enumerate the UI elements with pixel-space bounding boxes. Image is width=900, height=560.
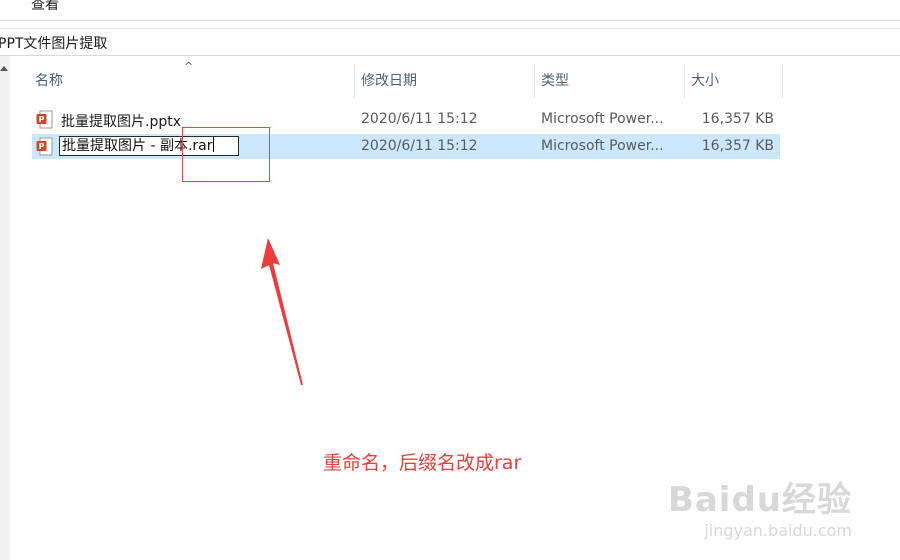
file-type: Microsoft Power... <box>541 138 664 154</box>
file-row[interactable]: P 批量提取图片.pptx 2020/6/11 15:12 Microsoft … <box>32 107 780 132</box>
file-date: 2020/6/11 15:12 <box>361 111 478 127</box>
annotation-arrow-icon <box>261 238 303 385</box>
column-divider[interactable] <box>534 64 535 98</box>
baidu-watermark: Baidu经验 jingyan.baidu.com <box>668 472 852 540</box>
file-size: 16,357 KB <box>701 138 774 154</box>
file-type: Microsoft Power... <box>541 111 664 127</box>
column-header-type[interactable]: 类型 <box>541 70 569 90</box>
annotation-text: 重命名，后缀名改成rar <box>323 452 522 474</box>
column-header-name[interactable]: 名称 <box>35 70 63 90</box>
file-size: 16,357 KB <box>701 111 774 127</box>
svg-text:P: P <box>39 115 45 124</box>
watermark-logo: Baidu经验 <box>667 480 852 520</box>
column-divider[interactable] <box>354 64 355 98</box>
scroll-up-icon[interactable] <box>0 66 8 71</box>
column-header-date[interactable]: 修改日期 <box>361 70 417 90</box>
column-divider[interactable] <box>684 64 685 98</box>
watermark-url: jingyan.baidu.com <box>704 521 852 540</box>
file-date: 2020/6/11 15:12 <box>361 138 478 154</box>
navigation-pane-scrollbar[interactable] <box>0 56 10 560</box>
svg-text:P: P <box>39 142 45 151</box>
column-divider[interactable] <box>782 64 783 98</box>
powerpoint-icon: P <box>36 137 53 156</box>
sort-ascending-icon: ^ <box>184 60 194 73</box>
ribbon-tab-view[interactable]: 查看 <box>31 0 59 14</box>
ribbon-divider <box>0 20 900 21</box>
file-name[interactable]: 批量提取图片.pptx <box>61 111 181 131</box>
highlight-box <box>182 127 270 182</box>
powerpoint-icon: P <box>36 110 53 129</box>
file-row-selected[interactable]: P 批量提取图片 - 副本.rar 2020/6/11 15:12 Micros… <box>32 134 780 159</box>
address-path: PPT文件图片提取 <box>0 36 108 52</box>
address-bar[interactable]: PPT文件图片提取 <box>0 29 900 56</box>
column-header-size[interactable]: 大小 <box>691 70 719 90</box>
